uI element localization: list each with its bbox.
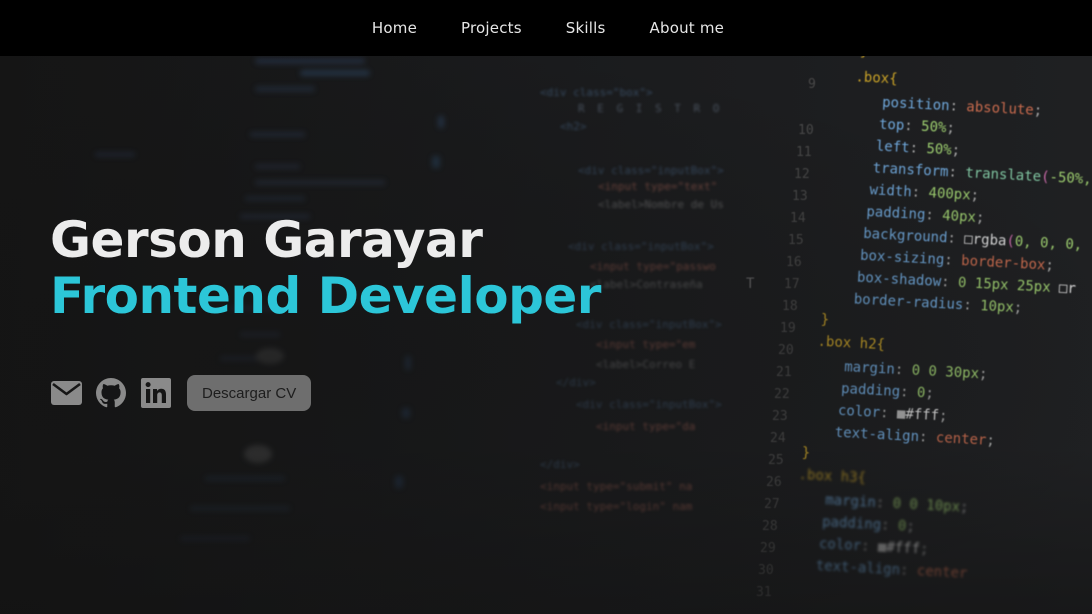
mail-icon[interactable] [50,377,82,409]
svg-text:15: 15 [788,233,804,248]
svg-text:<input type="submit" na: <input type="submit" na [540,480,692,493]
svg-text:26: 26 [766,475,782,490]
nav-link-about-me[interactable]: About me [650,19,725,37]
svg-text:23: 23 [772,409,788,424]
hero-role: Frontend Developer [50,267,601,325]
svg-text:<div class="box">: <div class="box"> [540,86,653,99]
svg-text:18: 18 [782,299,798,314]
svg-text:11: 11 [796,145,812,160]
svg-text:22: 22 [774,387,790,402]
svg-text:}: } [820,312,829,328]
svg-text:R E G I S T R O: R E G I S T R O [578,102,722,115]
top-navbar: Home Projects Skills About me [0,0,1092,56]
svg-text:<input type="text": <input type="text" [598,180,717,193]
svg-text:<label>Contraseña: <label>Contraseña [590,278,703,291]
svg-text:21: 21 [776,365,792,380]
nav-link-home[interactable]: Home [372,19,417,37]
page: <div class="box"> R E G I S T R O <h2> <… [0,0,1092,614]
svg-text:9: 9 [808,77,816,92]
background-code-image: <div class="box"> R E G I S T R O <h2> <… [0,56,1092,614]
svg-text:10: 10 [798,123,814,138]
svg-text:24: 24 [770,431,786,446]
hero-name: Gerson Garayar [50,211,483,269]
svg-text:12: 12 [794,167,810,182]
svg-text:<div class="inputBox">: <div class="inputBox"> [576,398,722,411]
svg-text:</div>: </div> [556,376,596,389]
github-icon[interactable] [95,377,127,409]
svg-text:<input type="login" nam: <input type="login" nam [540,500,693,513]
svg-text:27: 27 [764,497,780,512]
svg-text:}: } [801,445,810,461]
svg-text:29: 29 [760,541,776,556]
svg-text:.box{: .box{ [855,69,898,87]
linkedin-icon[interactable] [140,377,172,409]
social-links: Descargar CV [50,375,312,411]
svg-text:28: 28 [762,519,778,534]
svg-text:13: 13 [792,189,808,204]
svg-text:17: 17 [784,277,800,292]
download-cv-button[interactable]: Descargar CV [187,375,312,411]
svg-text:T: T [746,276,755,292]
hero-heading: Gerson Garayar Frontend Developer [50,212,601,324]
nav-menu: Home Projects Skills About me [350,19,746,37]
svg-text:<h2>: <h2> [560,120,587,133]
svg-text:19: 19 [780,321,796,336]
svg-text:}: } [859,56,868,60]
svg-text:20: 20 [778,343,794,358]
svg-text:<input type="passwo: <input type="passwo [590,260,716,273]
svg-text:<input type="da: <input type="da [596,420,695,433]
svg-text:<label>Nombre de Us: <label>Nombre de Us [598,198,724,211]
svg-text:25: 25 [768,453,784,468]
svg-text:16: 16 [786,255,802,270]
svg-text:</div>: </div> [540,458,580,471]
svg-text:30: 30 [758,563,774,578]
svg-text:<label>Correo E: <label>Correo E [596,358,695,371]
nav-link-projects[interactable]: Projects [461,19,522,37]
svg-text:31: 31 [756,585,772,600]
nav-link-skills[interactable]: Skills [566,19,606,37]
svg-text:14: 14 [790,211,806,226]
svg-text:<input type="em: <input type="em [596,338,696,351]
svg-text:<div class="inputBox">: <div class="inputBox"> [578,164,724,177]
